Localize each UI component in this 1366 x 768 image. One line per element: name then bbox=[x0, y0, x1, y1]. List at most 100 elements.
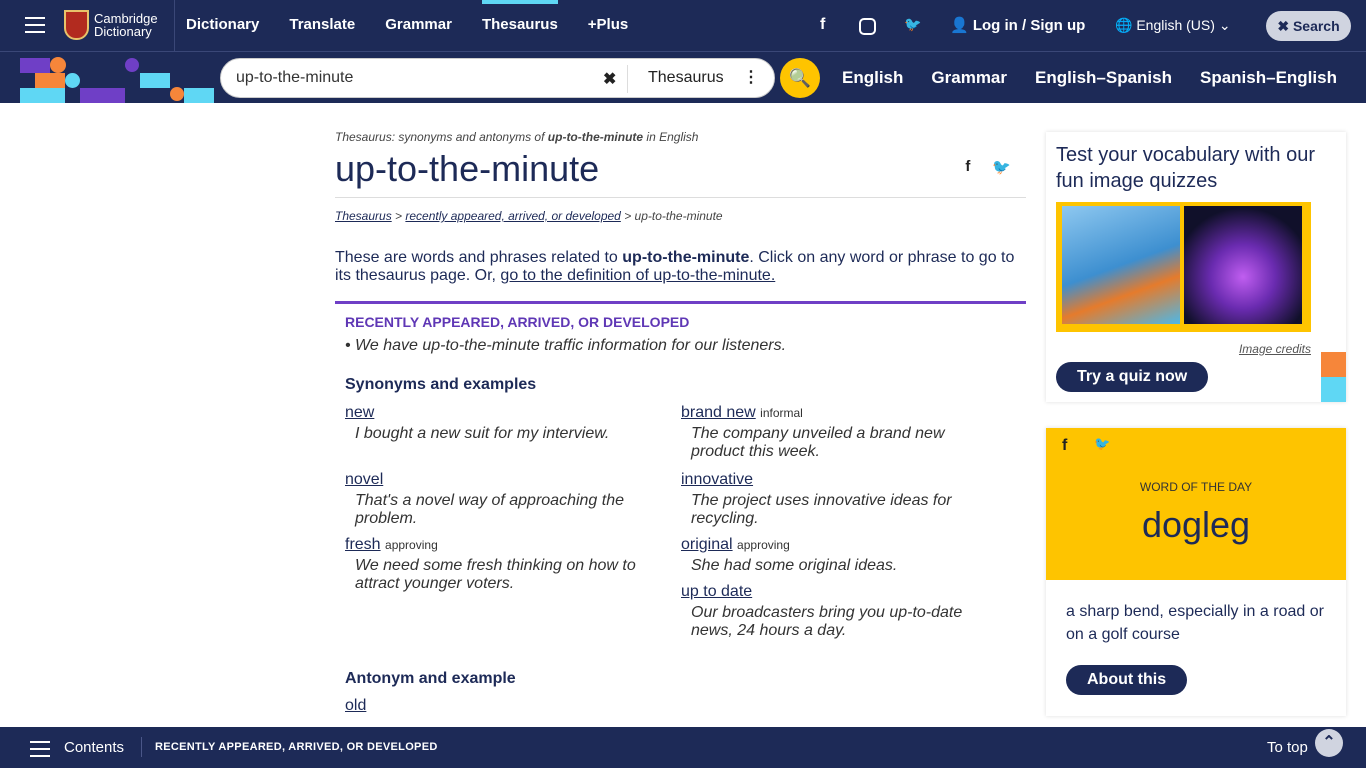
decor-shape bbox=[50, 57, 66, 73]
waterslide-image bbox=[1062, 206, 1180, 324]
synonym-link[interactable]: new bbox=[345, 404, 374, 421]
intro-pre: These are words and phrases related to bbox=[335, 249, 623, 266]
login-link[interactable]: 👤 Log in / Sign up bbox=[950, 16, 1085, 34]
synonym-item: up to date Our broadcasters bring you up… bbox=[681, 583, 1011, 640]
decor-shape bbox=[20, 58, 50, 73]
twitter-icon[interactable]: 🐦 bbox=[992, 158, 1011, 176]
nav-translate[interactable]: Translate bbox=[289, 0, 355, 52]
subnav-english[interactable]: English bbox=[842, 68, 903, 88]
quiz-title: Test your vocabulary with our fun image … bbox=[1056, 144, 1316, 192]
user-icon: 👤 bbox=[950, 17, 973, 34]
facebook-icon[interactable]: f bbox=[965, 158, 970, 176]
intro-word: up-to-the-minute bbox=[622, 249, 750, 266]
fairground-image bbox=[1184, 206, 1302, 324]
search-button-label: Search bbox=[1292, 18, 1340, 34]
decor-shape bbox=[1321, 352, 1346, 377]
current-section-label[interactable]: RECENTLY APPEARED, ARRIVED, OR DEVELOPED bbox=[155, 741, 438, 753]
synonyms-grid: new I bought a new suit for my interview… bbox=[345, 404, 1016, 648]
close-icon: ✖ bbox=[1277, 18, 1293, 34]
quiz-card: Test your vocabulary with our fun image … bbox=[1046, 132, 1346, 402]
usage-label: approving bbox=[737, 538, 790, 552]
synonym-item: new I bought a new suit for my interview… bbox=[345, 404, 681, 443]
synonym-example: Our broadcasters bring you up-to-date ne… bbox=[691, 604, 963, 639]
usage-label: informal bbox=[760, 406, 803, 420]
contents-button[interactable]: Contents bbox=[64, 739, 124, 756]
facebook-icon[interactable]: f bbox=[820, 16, 825, 34]
subnav-english-spanish[interactable]: English–Spanish bbox=[1035, 68, 1172, 88]
synonym-link[interactable]: original bbox=[681, 536, 733, 553]
cambridge-shield-icon bbox=[64, 10, 89, 40]
breadcrumb-thesaurus[interactable]: Thesaurus bbox=[335, 209, 392, 223]
decor-shape bbox=[65, 73, 80, 88]
antonym-heading: Antonym and example bbox=[345, 670, 516, 687]
search-box: up-to-the-minute ✖ Thesaurus ⋮ bbox=[220, 58, 775, 98]
decor-shape bbox=[20, 88, 65, 103]
synonym-link[interactable]: innovative bbox=[681, 471, 753, 488]
search-icon: 🔍 bbox=[788, 68, 812, 88]
section-heading: RECENTLY APPEARED, ARRIVED, OR DEVELOPED bbox=[345, 314, 690, 330]
subtitle-word: up-to-the-minute bbox=[547, 130, 644, 144]
contents-menu-icon[interactable] bbox=[30, 741, 50, 762]
synonym-link[interactable]: up to date bbox=[681, 583, 752, 600]
dataset-select[interactable]: Thesaurus bbox=[648, 69, 724, 87]
nav-plus[interactable]: +Plus bbox=[588, 0, 628, 52]
synonym-link[interactable]: brand new bbox=[681, 404, 756, 421]
usage-label: approving bbox=[385, 538, 438, 552]
synonym-link[interactable]: novel bbox=[345, 471, 383, 488]
breadcrumb: Thesaurus > recently appeared, arrived, … bbox=[335, 209, 723, 223]
breadcrumb-category[interactable]: recently appeared, arrived, or developed bbox=[405, 209, 620, 223]
main-nav: Dictionary Translate Grammar Thesaurus +… bbox=[186, 0, 628, 52]
twitter-icon[interactable]: 🐦 bbox=[904, 16, 921, 33]
sub-nav: English Grammar English–Spanish Spanish–… bbox=[842, 68, 1337, 88]
synonyms-heading: Synonyms and examples bbox=[345, 376, 537, 393]
facebook-icon[interactable]: f bbox=[1062, 437, 1067, 455]
synonyms-right: brand new informal The company unveiled a… bbox=[681, 404, 1011, 648]
language-select[interactable]: 🌐 English (US) ⌄ bbox=[1115, 17, 1231, 34]
search-submit-button[interactable]: 🔍 bbox=[780, 58, 820, 98]
bottom-bar: Contents RECENTLY APPEARED, ARRIVED, OR … bbox=[0, 727, 1366, 768]
decor-shape bbox=[184, 88, 214, 103]
more-options-icon[interactable]: ⋮ bbox=[743, 67, 759, 87]
twitter-icon[interactable]: 🐦 bbox=[1094, 436, 1110, 452]
about-this-button[interactable]: About this bbox=[1066, 665, 1188, 695]
quiz-images[interactable] bbox=[1056, 202, 1311, 332]
nav-grammar[interactable]: Grammar bbox=[385, 0, 452, 52]
nav-thesaurus[interactable]: Thesaurus bbox=[481, 0, 558, 52]
antonym-link[interactable]: old bbox=[345, 697, 366, 714]
login-label: Log in / Sign up bbox=[972, 17, 1086, 34]
divider bbox=[141, 737, 142, 757]
try-quiz-button[interactable]: Try a quiz now bbox=[1056, 362, 1209, 392]
decor-shape bbox=[125, 58, 139, 72]
nav-dictionary[interactable]: Dictionary bbox=[186, 0, 259, 52]
subnav-grammar[interactable]: Grammar bbox=[931, 68, 1007, 88]
synonym-example: We need some fresh thinking on how to at… bbox=[355, 557, 636, 592]
globe-icon: 🌐 bbox=[1115, 17, 1137, 33]
to-top-label[interactable]: To top bbox=[1267, 739, 1308, 756]
decor-shape bbox=[80, 88, 125, 103]
section-example: • We have up-to-the-minute traffic infor… bbox=[345, 337, 787, 354]
search-input[interactable]: up-to-the-minute bbox=[236, 69, 353, 87]
divider bbox=[335, 197, 1026, 198]
logo[interactable]: Cambridge Dictionary bbox=[64, 10, 158, 40]
wotd-word[interactable]: dogleg bbox=[1046, 504, 1346, 546]
divider bbox=[627, 65, 628, 93]
chevron-down-icon: ⌄ bbox=[1218, 17, 1231, 33]
menu-icon[interactable] bbox=[25, 17, 45, 38]
language-label: English (US) bbox=[1136, 17, 1215, 33]
synonym-link[interactable]: fresh bbox=[345, 536, 381, 553]
synonym-example: That's a novel way of approaching the pr… bbox=[355, 492, 624, 527]
wotd-header: f 🐦 WORD OF THE DAY dogleg bbox=[1046, 428, 1346, 580]
search-toggle-button[interactable]: ✖ Search bbox=[1266, 11, 1351, 41]
definition-link[interactable]: go to the definition of up-to-the-minute… bbox=[500, 267, 775, 284]
subnav-spanish-english[interactable]: Spanish–English bbox=[1200, 68, 1337, 88]
chevron-up-icon[interactable]: ⌃ bbox=[1315, 729, 1343, 757]
synonym-item: fresh approving We need some fresh thinki… bbox=[345, 536, 681, 593]
logo-line2: Dictionary bbox=[94, 24, 152, 39]
word-of-the-day-card: f 🐦 WORD OF THE DAY dogleg a sharp bend,… bbox=[1046, 428, 1346, 716]
main-content: Thesaurus: synonyms and antonyms of up-t… bbox=[335, 130, 1026, 725]
divider bbox=[174, 0, 175, 52]
clear-icon[interactable]: ✖ bbox=[603, 69, 616, 89]
synonym-example: She had some original ideas. bbox=[691, 557, 898, 574]
instagram-icon[interactable] bbox=[859, 18, 876, 35]
image-credits-link[interactable]: Image credits bbox=[1239, 342, 1311, 356]
